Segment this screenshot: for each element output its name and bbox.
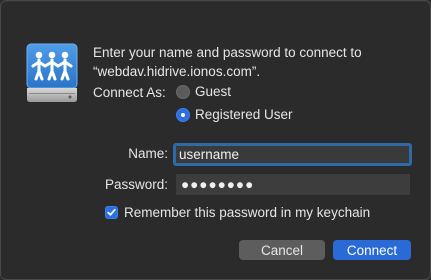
- name-field[interactable]: [173, 143, 412, 166]
- cancel-button[interactable]: Cancel: [239, 240, 325, 260]
- radio-button-selected[interactable]: [176, 107, 190, 122]
- message-line-1: Enter your name and password to connect …: [93, 45, 362, 60]
- connect-button[interactable]: Connect: [333, 240, 411, 260]
- shared-server-icon: [24, 41, 80, 107]
- message-line-2: “webdav.hidrive.ionos.com”.: [93, 64, 261, 79]
- connect-dialog: Enter your name and password to connect …: [0, 0, 431, 280]
- remember-password-checkbox[interactable]: Remember this password in my keychain: [105, 205, 370, 220]
- password-label: Password:: [104, 177, 168, 192]
- radio-button-unselected[interactable]: [176, 84, 190, 99]
- connect-as-label: Connect As:: [93, 85, 166, 100]
- password-field[interactable]: [176, 174, 410, 195]
- radio-guest[interactable]: Guest: [176, 84, 231, 99]
- name-label: Name:: [128, 146, 168, 161]
- radio-guest-label: Guest: [195, 84, 232, 99]
- radio-registered-user[interactable]: Registered User: [176, 107, 293, 122]
- checkmark-icon[interactable]: [105, 206, 118, 219]
- connect-message: Enter your name and password to connect …: [93, 43, 413, 81]
- radio-registered-user-label: Registered User: [195, 107, 293, 122]
- remember-password-label: Remember this password in my keychain: [124, 205, 371, 220]
